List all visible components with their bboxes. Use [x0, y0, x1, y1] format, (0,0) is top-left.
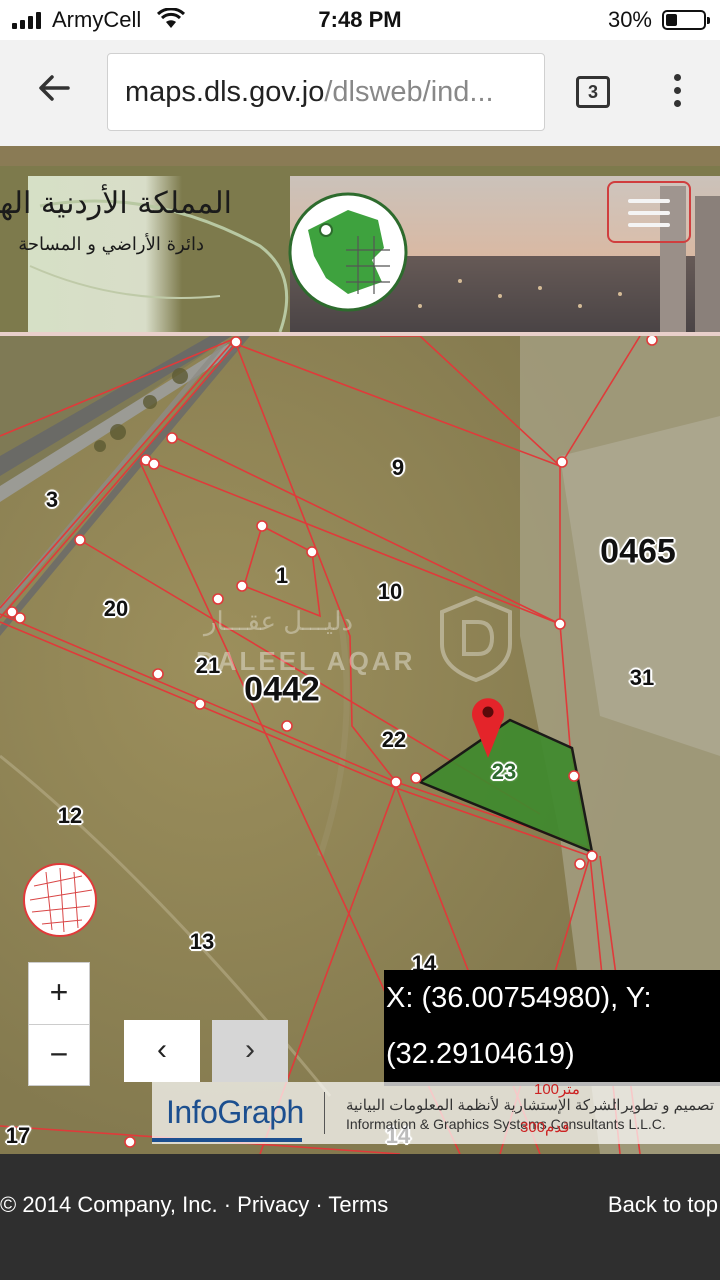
footer-dot: ·	[309, 1192, 329, 1217]
parcel-label: 0442	[244, 670, 320, 709]
company-name-english: Information & Graphics Systems Consultan…	[346, 1116, 666, 1132]
hamburger-line-icon	[628, 199, 670, 203]
browser-toolbar: maps.dls.gov.jo/dlsweb/ind... 3	[0, 40, 720, 146]
location-pin-icon[interactable]	[468, 692, 508, 760]
coordinate-line-1: X: (36.00754980), Y:	[386, 982, 652, 1014]
copyright-text: © 2014 Company, Inc. ·	[0, 1192, 238, 1217]
address-bar[interactable]: maps.dls.gov.jo/dlsweb/ind...	[107, 53, 545, 131]
previous-extent-button[interactable]: ‹	[124, 1020, 200, 1082]
zoom-in-button[interactable]: +	[29, 963, 89, 1024]
overview-map-toggle[interactable]	[22, 862, 98, 938]
parcel-label: 17	[5, 1123, 31, 1148]
map-credits: InfoGraph الشركة الإستشارية لأنظمة المعل…	[152, 1082, 720, 1144]
privacy-link[interactable]: Privacy	[237, 1192, 309, 1217]
url-path: /dlsweb/ind...	[324, 76, 494, 108]
url-host: maps.dls.gov.jo	[125, 76, 325, 108]
zoom-controls: + −	[28, 962, 90, 1086]
company-name-arabic: الشركة الإستشارية لأنظمة المعلومات البيا…	[346, 1097, 621, 1114]
scale-feet: 300قدم	[520, 1119, 570, 1136]
design-credit-arabic: تصميم و تطوير :	[613, 1097, 714, 1114]
parcel-label: 12	[57, 803, 83, 828]
parcel-label: 21	[195, 653, 221, 678]
footer-copyright: © 2014 Company, Inc. · Privacy · Terms	[0, 1192, 388, 1218]
parcel-label: 10	[377, 579, 403, 604]
next-extent-button[interactable]: ›	[212, 1020, 288, 1082]
scale-meters: 100متر	[534, 1081, 580, 1098]
logo-underline	[152, 1138, 302, 1142]
tabs-icon[interactable]: 3	[576, 76, 610, 108]
parcel-label: 31	[629, 665, 655, 690]
parcel-label: 23	[491, 759, 517, 784]
parcel-label: 1	[275, 563, 289, 588]
site-header: المملكة الأردنية الهاشمية دائرة الأراضي …	[0, 146, 720, 336]
hamburger-line-icon	[628, 211, 670, 215]
parcel-label: 20	[103, 596, 129, 621]
zoom-out-button[interactable]: −	[29, 1024, 89, 1086]
page-footer: © 2014 Company, Inc. · Privacy · Terms B…	[0, 1154, 720, 1280]
parcel-label: 13	[189, 929, 215, 954]
parcel-label: 3	[45, 487, 59, 512]
credits-separator	[324, 1092, 325, 1134]
back-to-top-link[interactable]: Back to top	[608, 1192, 718, 1218]
parcel-label: 9	[391, 455, 405, 480]
parcel-label: 22	[381, 727, 407, 752]
back-arrow-icon[interactable]	[34, 68, 74, 108]
parcel-label: 0465	[600, 532, 676, 571]
overflow-menu-icon[interactable]	[671, 74, 683, 114]
watermark-arabic: دليـــل عقـــار	[204, 606, 354, 636]
infograph-logo: InfoGraph	[166, 1094, 304, 1130]
watermark-logo-icon	[440, 595, 512, 683]
status-bar: ArmyCell 7:48 PM 30%	[0, 0, 720, 40]
coordinate-readout: X: (36.00754980), Y: (32.29104619)	[384, 970, 720, 1086]
dls-logo	[288, 192, 408, 312]
site-subtitle: دائرة الأراضي و المساحة	[18, 234, 204, 255]
coordinate-line-2: (32.29104619)	[386, 1038, 575, 1070]
battery-percent: 30%	[607, 7, 652, 32]
hamburger-menu-button[interactable]	[607, 181, 691, 243]
terms-link[interactable]: Terms	[328, 1192, 388, 1217]
site-title: المملكة الأردنية الهاشمية	[0, 186, 232, 221]
battery-icon	[662, 10, 710, 30]
map-viewport[interactable]: دليـــل عقـــار DALEEL AQAR 9 3 0465 1 10 20 2…	[0, 336, 720, 1154]
hamburger-line-icon	[628, 223, 670, 227]
